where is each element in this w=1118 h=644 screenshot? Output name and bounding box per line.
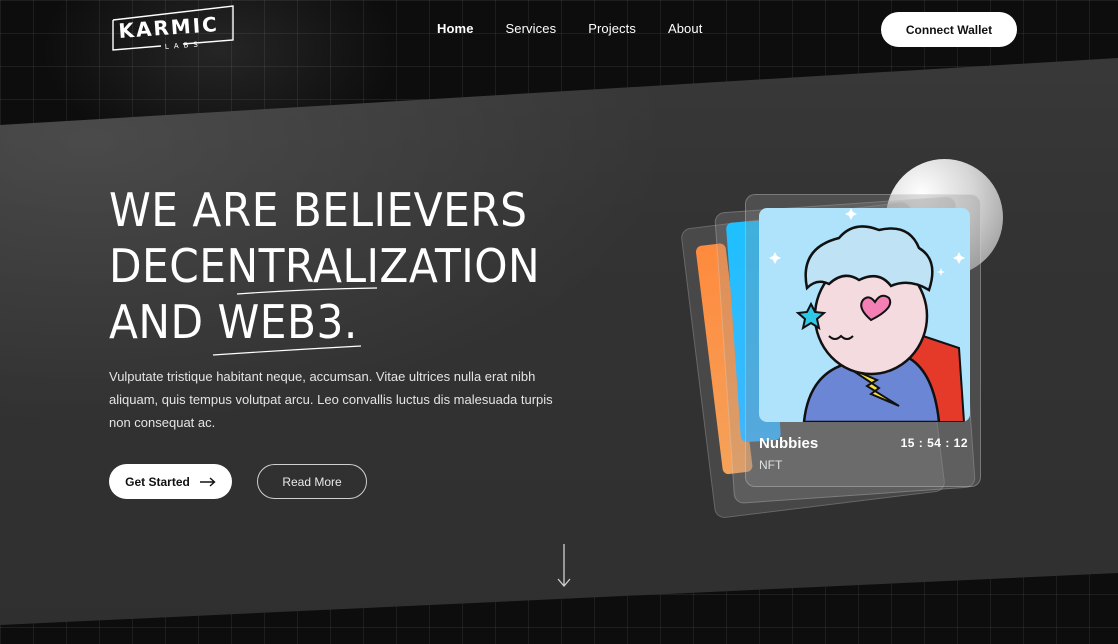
hero-title-line: DECENTRALIZATION [109, 239, 541, 293]
nft-image [759, 208, 970, 422]
nav-about[interactable]: About [668, 21, 702, 36]
logo-subtext: LABS [165, 40, 203, 51]
arrow-down-icon[interactable] [556, 544, 572, 588]
hero-title-line: AND WEB3. [109, 295, 358, 349]
nav-services[interactable]: Services [506, 21, 557, 36]
main-nav: Home Services Projects About [437, 21, 702, 36]
nft-type: NFT [759, 458, 783, 472]
nav-projects[interactable]: Projects [588, 21, 636, 36]
nav-home[interactable]: Home [437, 21, 474, 36]
read-more-button[interactable]: Read More [257, 464, 367, 499]
logo[interactable]: KARMIC LABS [109, 4, 235, 52]
arrow-right-icon [199, 476, 216, 487]
hero-title-line: WE ARE BELIEVERS [109, 183, 528, 237]
title-underline-decoration [212, 345, 362, 356]
logo-text: KARMIC [118, 12, 220, 43]
connect-wallet-button[interactable]: Connect Wallet [881, 12, 1017, 47]
nft-name: Nubbies [759, 435, 819, 452]
logo-mark: KARMIC LABS [112, 5, 234, 51]
nft-card[interactable]: Nubbies 15 : 54 : 12 NFT [745, 194, 981, 487]
get-started-button[interactable]: Get Started [109, 464, 232, 499]
get-started-label: Get Started [125, 474, 190, 489]
hero-description: Vulputate tristique habitant neque, accu… [109, 369, 553, 430]
nft-countdown: 15 : 54 : 12 [900, 436, 968, 450]
nft-character-illustration [769, 208, 966, 422]
title-underline-decoration [236, 287, 378, 295]
hero-title: WE ARE BELIEVERS DECENTRALIZATION AND WE… [109, 182, 540, 350]
